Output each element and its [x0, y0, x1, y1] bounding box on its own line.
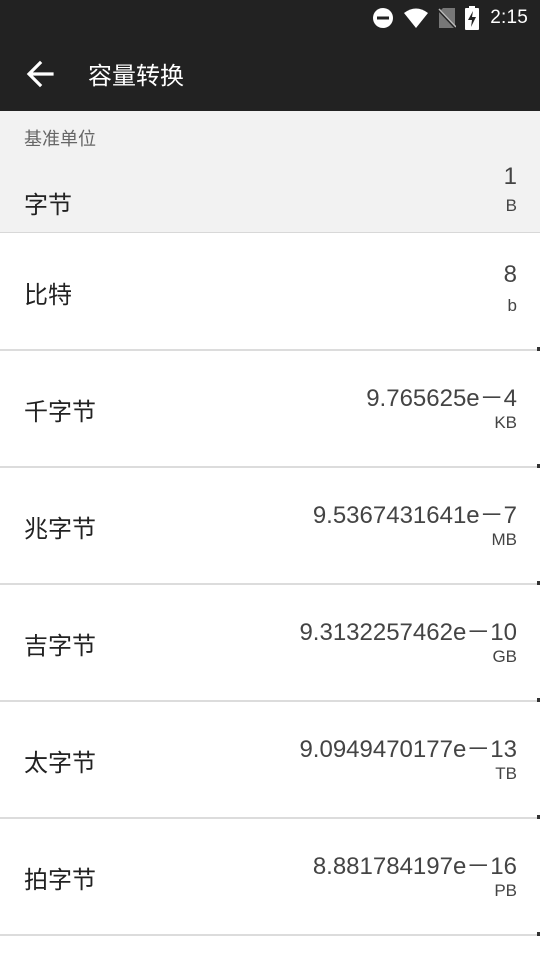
unit-value: 8.881784197e－16 [312, 853, 517, 880]
unit-name: 比特 [24, 281, 72, 309]
wifi-icon [403, 7, 429, 29]
unit-value: 9.5367431641e－7 [312, 502, 517, 529]
unit-symbol: MB [491, 530, 518, 549]
unit-value: 9.765625e－4 [366, 385, 517, 412]
base-unit-name: 字节 [24, 191, 72, 219]
unit-name: 吉字节 [24, 632, 96, 660]
unit-symbol: KB [494, 413, 517, 432]
unit-value: 9.0949470177e－13 [299, 736, 517, 763]
unit-list: 比特 8 b 千字节 9.765625e－4 KB 兆字节 9.53674316… [0, 234, 540, 936]
unit-symbol: b [507, 296, 517, 315]
list-item[interactable]: 千字节 9.765625e－4 KB [0, 351, 540, 468]
unit-name: 拍字节 [24, 866, 96, 894]
base-unit-caption: 基准单位 [24, 129, 96, 150]
base-unit-symbol: B [505, 196, 517, 215]
clock: 2:15 [490, 7, 528, 28]
battery-charging-icon [465, 6, 480, 30]
list-item[interactable]: 太字节 9.0949470177e－13 TB [0, 702, 540, 819]
arrow-back-icon [26, 60, 54, 88]
base-unit-value: 1 [503, 163, 517, 190]
unit-value: 8 [503, 261, 517, 288]
unit-name: 千字节 [24, 398, 96, 426]
unit-name: 太字节 [24, 749, 96, 777]
unit-name: 兆字节 [24, 515, 96, 543]
back-button[interactable] [0, 36, 82, 111]
unit-value: 9.3132257462e－10 [299, 619, 517, 646]
base-unit-row[interactable]: 基准单位 字节 1 B [0, 111, 540, 233]
app-bar: 容量转换 [0, 36, 540, 111]
status-bar: 2:15 [0, 0, 540, 36]
unit-symbol: TB [495, 764, 517, 783]
unit-symbol: PB [494, 881, 517, 900]
do-not-disturb-icon [372, 7, 394, 29]
list-item[interactable]: 拍字节 8.881784197e－16 PB [0, 819, 540, 936]
list-item[interactable]: 兆字节 9.5367431641e－7 MB [0, 468, 540, 585]
list-item[interactable]: 比特 8 b [0, 234, 540, 351]
list-item[interactable]: 吉字节 9.3132257462e－10 GB [0, 585, 540, 702]
page-title: 容量转换 [88, 62, 184, 90]
no-sim-icon [438, 7, 457, 29]
unit-symbol: GB [492, 647, 517, 666]
